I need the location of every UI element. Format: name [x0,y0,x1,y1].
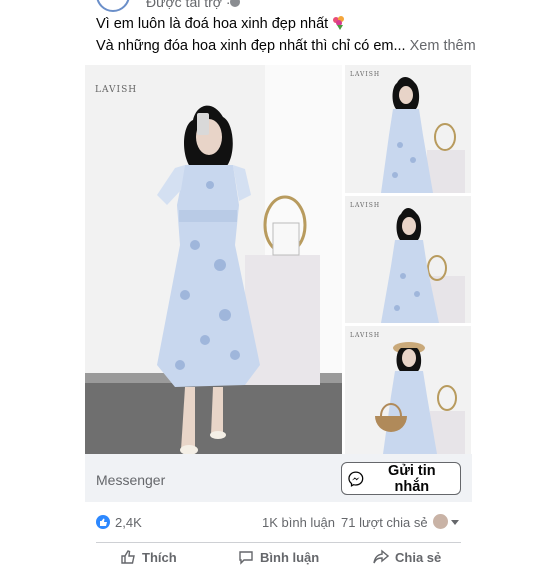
profile-avatar[interactable] [433,514,448,529]
divider [96,542,461,543]
send-message-label: Gửi tin nhắn [388,462,436,495]
comment-count[interactable]: 1K bình luận [262,515,335,530]
thumbnail-brand-1: LAVISH [350,71,381,78]
thumbnail-brand-3: LAVISH [350,332,381,339]
main-product-photo[interactable]: LAVISH [85,65,342,454]
share-count[interactable]: 71 lượt chia sẻ [341,515,428,530]
share-button[interactable]: Chia sẻ [373,549,441,565]
thumbnail-illustration [345,65,471,193]
comment-icon [239,551,253,565]
page-avatar[interactable] [96,0,130,12]
comment-button[interactable]: Bình luận [238,549,319,565]
sponsored-label: Được tài trợ · [146,0,231,10]
cta-source-label: Messenger [96,472,166,488]
chevron-down-icon[interactable] [451,520,459,525]
see-more-link[interactable]: Xem thêm [410,38,476,54]
thumbs-up-icon [100,518,107,526]
like-reaction-icon [96,515,110,529]
reaction-count[interactable]: 2,4K [115,515,142,530]
product-thumbnail-3[interactable]: LAVISH [345,326,471,454]
share-label: Chia sẻ [395,549,442,565]
caption-text-1: Vì em luôn là đoá hoa xinh đẹp nhất [96,16,329,32]
comment-label: Bình luận [260,549,320,565]
product-thumbnail-2[interactable]: LAVISH [345,196,471,323]
thumbs-up-outline-icon [121,550,135,564]
product-thumbnail-1[interactable]: LAVISH [345,65,471,193]
main-photo-illustration [85,65,342,454]
globe-icon [230,0,240,7]
bouquet-icon [333,16,345,30]
thumbnail-illustration [345,196,471,323]
like-label: Thích [142,549,177,565]
thumbnail-brand-2: LAVISH [350,202,381,209]
caption-line-1: Vì em luôn là đoá hoa xinh đẹp nhất [96,15,347,32]
caption-text-2: Và những đóa hoa xinh đẹp nhất thì chỉ c… [96,38,406,54]
caption-line-2: Và những đóa hoa xinh đẹp nhất thì chỉ c… [96,38,476,54]
brand-watermark: LAVISH [95,85,138,95]
like-button[interactable]: Thích [120,549,177,565]
share-icon [373,549,389,564]
messenger-icon [348,471,364,487]
send-message-button[interactable]: Gửi tin nhắn [341,462,461,495]
thumbnail-illustration [345,326,471,454]
